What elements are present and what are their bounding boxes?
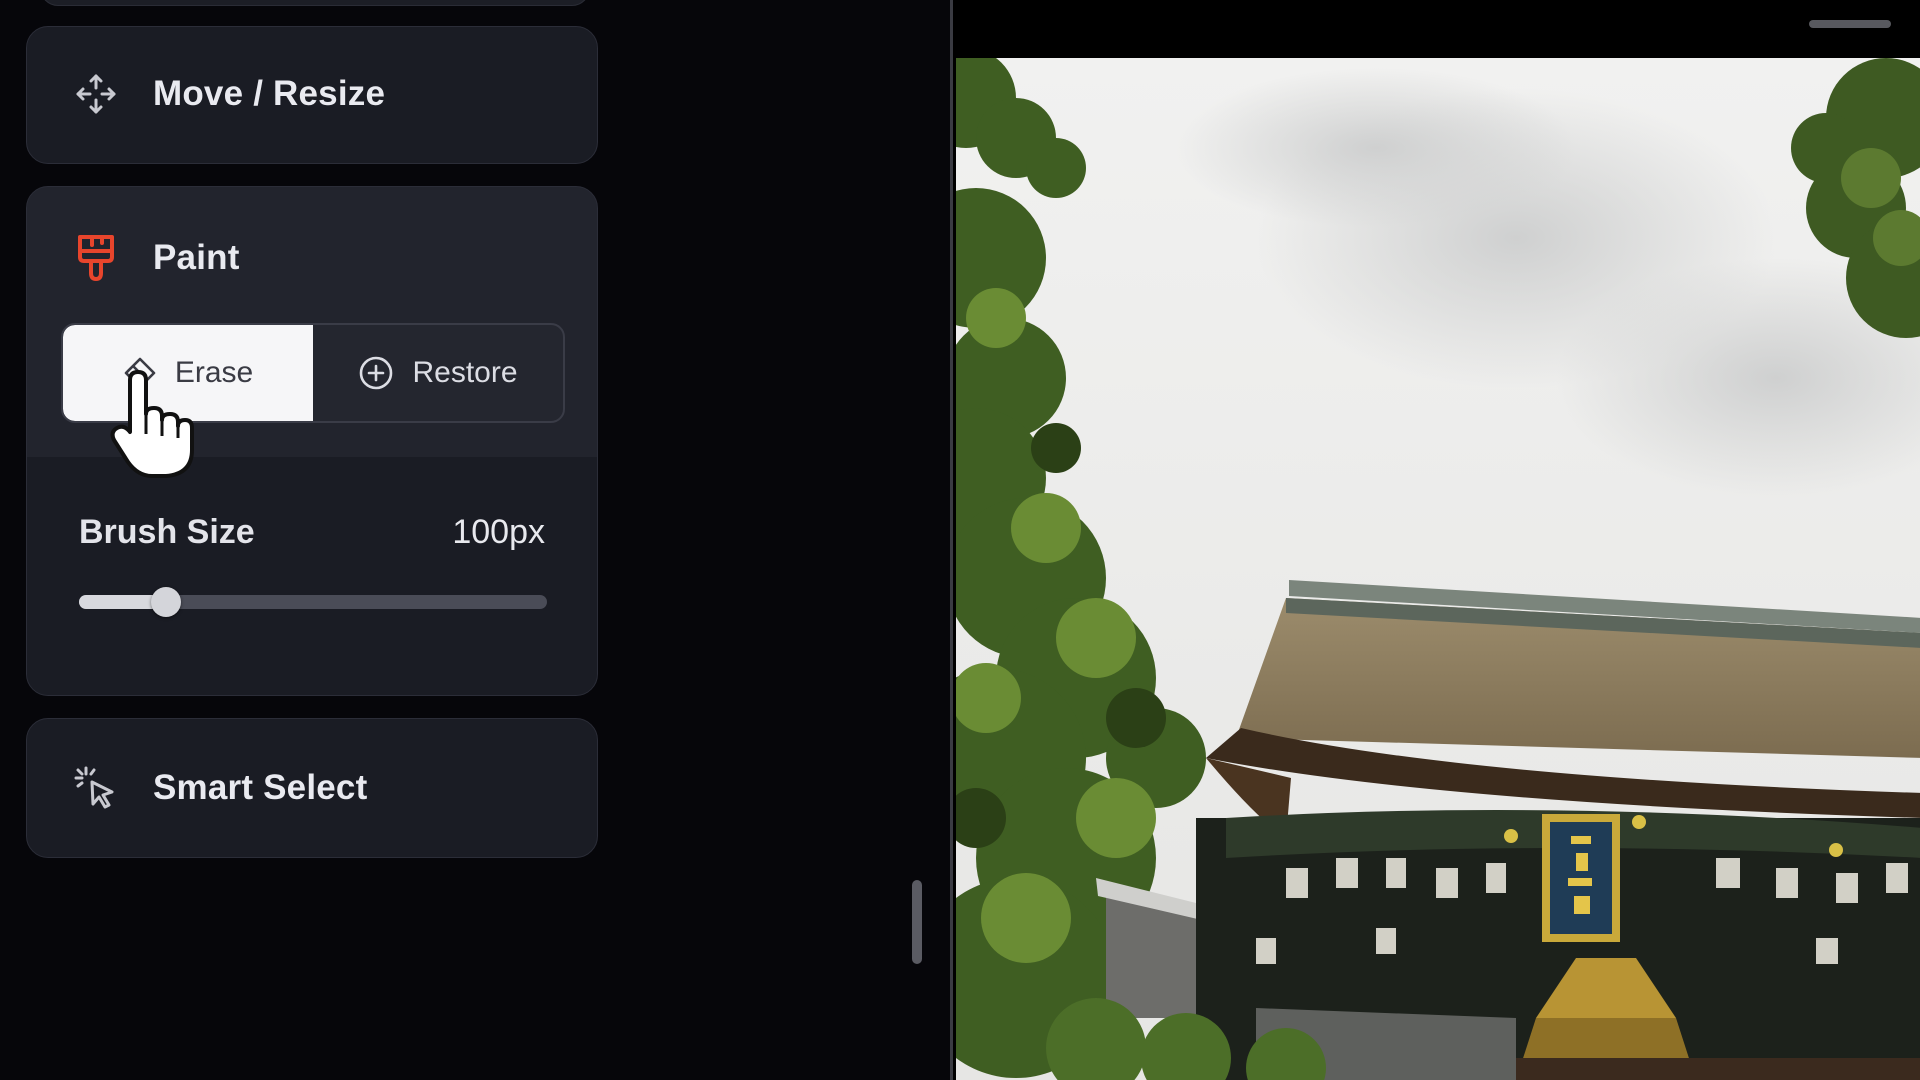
paint-options-area (27, 457, 597, 695)
tool-paint-header: Paint (71, 233, 240, 283)
collapsed-panel-edge (40, 0, 590, 6)
tool-paint-label: Paint (153, 238, 240, 277)
image-canvas[interactable] (950, 0, 1920, 1080)
slider-thumb[interactable] (150, 587, 181, 617)
restore-button[interactable]: Restore (313, 325, 563, 421)
editor-window: Move / Resize Paint Erase Restore Brush … (0, 0, 1920, 1080)
brush-size-row: Brush Size 100px (79, 513, 545, 552)
brush-size-label: Brush Size (79, 513, 255, 551)
brush-size-slider[interactable] (79, 587, 547, 617)
temple-gate-photo (956, 58, 1920, 1080)
brush-size-value: 100px (452, 513, 545, 551)
tool-move-resize[interactable]: Move / Resize (26, 26, 598, 164)
tool-smart-select-label: Smart Select (153, 768, 368, 807)
plus-circle-icon (358, 355, 394, 391)
canvas-drag-handle[interactable] (1809, 20, 1891, 28)
paint-brush-icon (71, 233, 121, 283)
move-arrows-icon (71, 69, 121, 119)
tool-move-resize-header: Move / Resize (71, 69, 385, 119)
sparkle-cursor-icon (71, 763, 121, 813)
tool-smart-select-header: Smart Select (71, 763, 367, 813)
hand-cursor-icon (108, 370, 198, 485)
tool-smart-select[interactable]: Smart Select (26, 718, 598, 858)
panel-scrollbar[interactable] (912, 880, 922, 964)
restore-button-label: Restore (412, 356, 518, 389)
tool-move-resize-label: Move / Resize (153, 74, 386, 113)
